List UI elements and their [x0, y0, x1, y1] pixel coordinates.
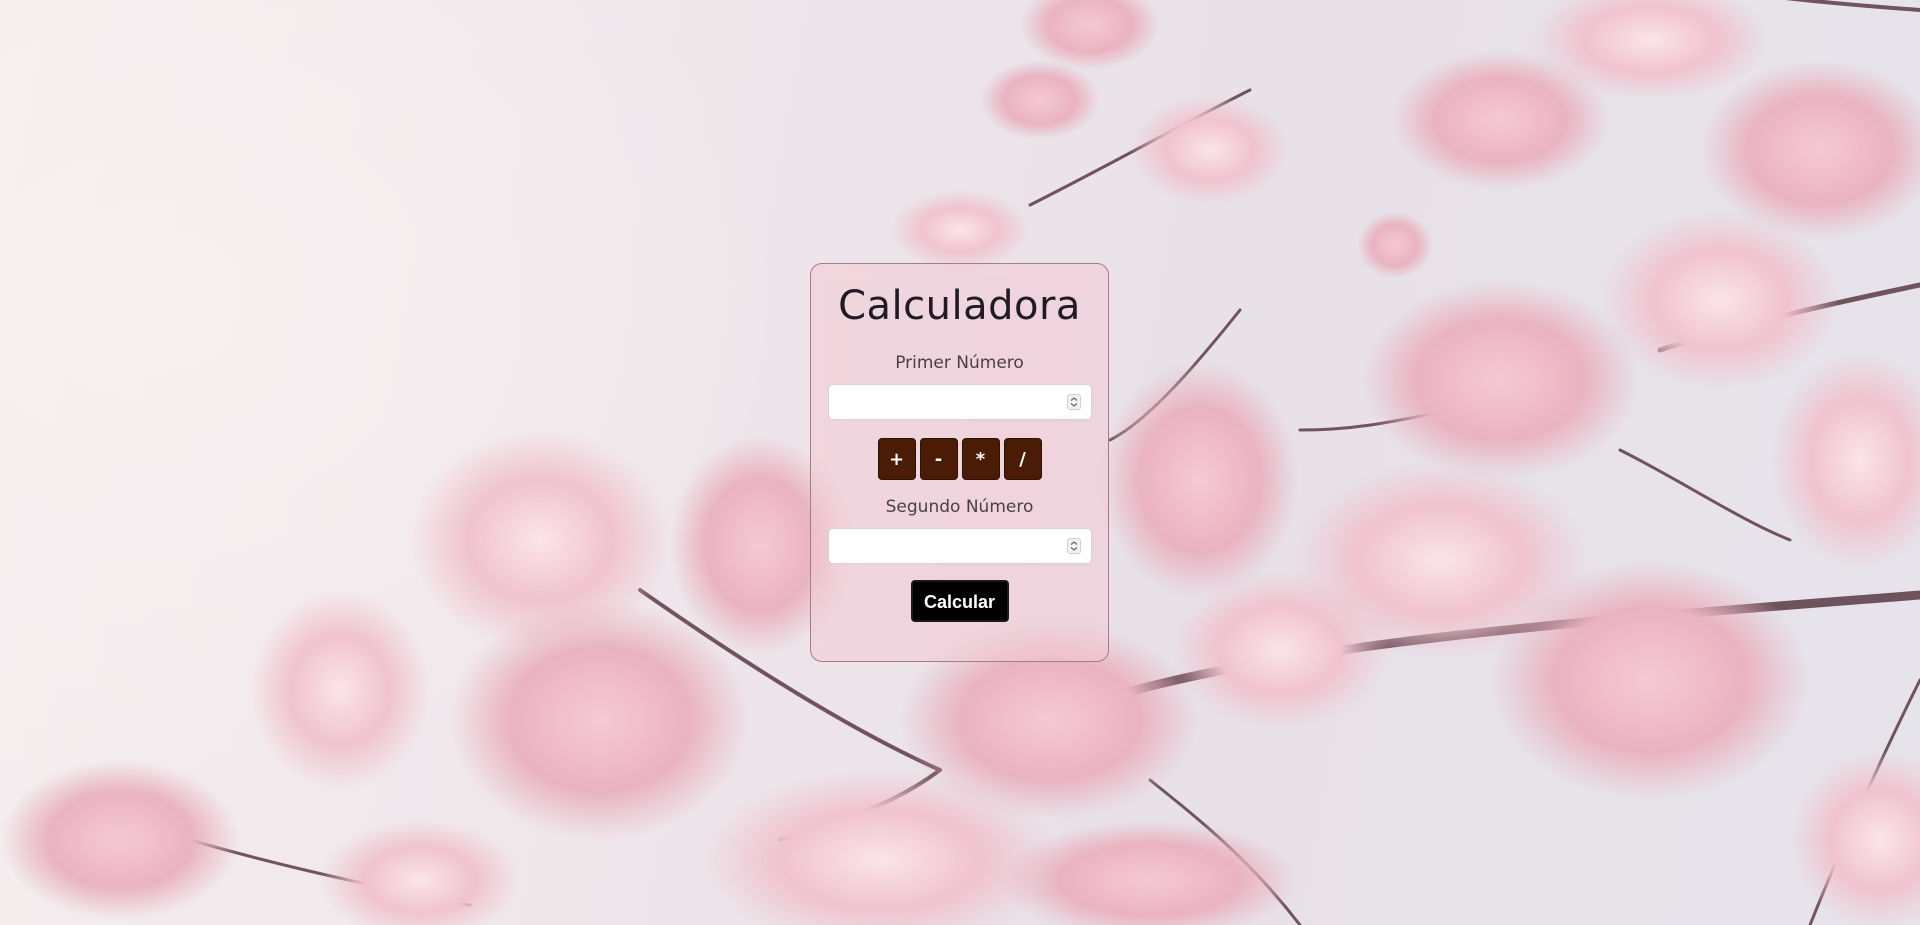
first-number-input[interactable]: [827, 384, 1092, 420]
calculator-card: Calculadora Primer Número + - * / Segund…: [810, 263, 1109, 662]
calculate-button[interactable]: Calcular: [910, 580, 1009, 622]
first-number-spinner[interactable]: [1066, 394, 1081, 410]
divide-button[interactable]: /: [1003, 438, 1042, 480]
first-number-label: Primer Número: [895, 353, 1024, 373]
operator-buttons: + - * /: [811, 438, 1108, 480]
subtract-button[interactable]: -: [919, 438, 958, 480]
second-number-label: Segundo Número: [885, 497, 1034, 517]
multiply-button[interactable]: *: [961, 438, 1000, 480]
spinner-arrows-icon: [1070, 541, 1077, 551]
calculator-title: Calculadora: [838, 283, 1081, 329]
second-number-spinner[interactable]: [1066, 538, 1081, 554]
add-button[interactable]: +: [877, 438, 916, 480]
second-number-input[interactable]: [827, 528, 1092, 564]
spinner-arrows-icon: [1070, 397, 1077, 407]
